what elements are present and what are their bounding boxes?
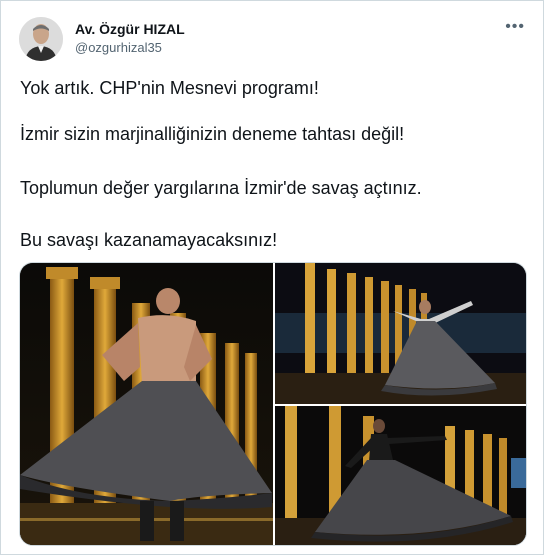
author-handle[interactable]: @ozgurhizal35 [75, 40, 162, 55]
tweet-line: İzmir sizin marjinalliğinizin deneme tah… [20, 124, 405, 144]
tweet-line: Yok artık. CHP'nin Mesnevi programı! [20, 78, 319, 98]
photo-3-image [275, 406, 526, 545]
author-name[interactable]: Av. Özgür HIZAL [75, 21, 185, 37]
avatar[interactable] [19, 17, 63, 61]
media-grid [19, 262, 527, 546]
tweet-card: Av. Özgür HIZAL @ozgurhizal35 ••• Yok ar… [0, 0, 544, 555]
tweet-line: Bu savaşı kazanamayacaksınız! [20, 230, 278, 250]
avatar-image [19, 17, 63, 61]
tweet-header: Av. Özgür HIZAL @ozgurhizal35 ••• [19, 17, 529, 61]
photo-2-image [275, 263, 526, 404]
photo-1-image [20, 263, 273, 545]
photo-3[interactable] [275, 406, 526, 545]
more-horizontal-icon[interactable]: ••• [505, 19, 525, 35]
photo-1[interactable] [20, 263, 273, 545]
photo-2[interactable] [275, 263, 526, 404]
tweet-line: Toplumun değer yargılarına İzmir'de sava… [20, 178, 422, 198]
